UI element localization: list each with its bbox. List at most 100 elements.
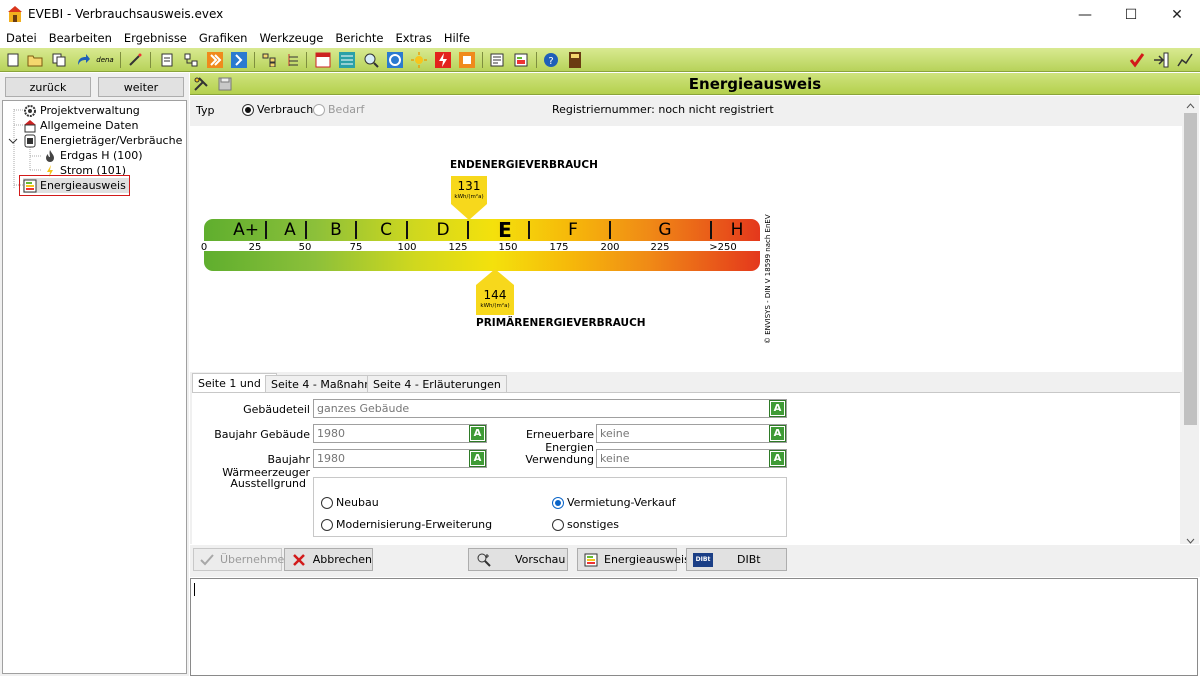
- baujahr-label: Baujahr Gebäude: [214, 428, 310, 441]
- vertical-scrollbar[interactable]: [1182, 96, 1199, 544]
- reason-modernisierung[interactable]: Modernisierung-Erweiterung: [321, 518, 492, 531]
- baujahr-field[interactable]: 1980 A: [313, 424, 487, 443]
- menu-extras[interactable]: Extras: [389, 29, 437, 48]
- gebaeudeteil-field[interactable]: ganzes Gebäude A: [313, 399, 787, 418]
- sun-icon[interactable]: [410, 51, 428, 69]
- scroll-thumb[interactable]: [1184, 113, 1197, 425]
- tree-item-allgemeine-daten[interactable]: Allgemeine Daten: [23, 118, 138, 133]
- scroll-up-icon[interactable]: [1186, 99, 1195, 112]
- vorschau-button[interactable]: Vorschau: [468, 548, 568, 571]
- abbrechen-button[interactable]: Abbrechen: [284, 548, 373, 571]
- structure-icon[interactable]: [182, 51, 200, 69]
- reason-neubau[interactable]: Neubau: [321, 496, 379, 509]
- house-icon: [23, 119, 37, 133]
- menu-werkzeuge[interactable]: Werkzeuge: [253, 29, 329, 48]
- final-energy-title: ENDENERGIEVERBRAUCH: [450, 159, 598, 171]
- radio-bedarf[interactable]: Bedarf: [313, 103, 364, 116]
- class-label: G: [658, 220, 672, 240]
- grid-pattern-icon[interactable]: [338, 51, 356, 69]
- certificate-icon[interactable]: [512, 51, 530, 69]
- page-title: Energieausweis: [688, 75, 822, 93]
- new-file-icon[interactable]: [4, 51, 22, 69]
- forward-button[interactable]: weiter: [98, 77, 184, 97]
- erneuerbare-a-button[interactable]: A: [769, 425, 786, 442]
- help-icon[interactable]: ?: [542, 51, 560, 69]
- toolbar-separator: [120, 52, 121, 68]
- chevron-down-icon[interactable]: [7, 134, 19, 148]
- menu-grafiken[interactable]: Grafiken: [193, 29, 254, 48]
- close-button[interactable]: ✕: [1154, 0, 1200, 29]
- copyright-note: © ENVISYS - DIN V 18599 nach EnEV: [764, 214, 772, 344]
- uebernehmen-button[interactable]: Übernehmen: [193, 548, 291, 571]
- check-icon: [200, 552, 214, 568]
- checkmark-icon[interactable]: [1128, 51, 1146, 69]
- reason-sonstiges-dot[interactable]: [552, 518, 564, 531]
- erneuerbare-field[interactable]: keine A: [596, 424, 787, 443]
- forward-blue-icon[interactable]: [230, 51, 248, 69]
- tree-item-energietraeger[interactable]: Energieträger/Verbräuche: [7, 133, 182, 148]
- wallet-icon[interactable]: [458, 51, 476, 69]
- energy-scale: ENDENERGIEVERBRAUCH 131 kWh/(m²a) A+ A B…: [190, 126, 1182, 372]
- tick-label: 75: [349, 242, 363, 253]
- document-icon[interactable]: [158, 51, 176, 69]
- forward-orange-icon[interactable]: [206, 51, 224, 69]
- button-bar: Übernehmen Abbrechen Vorschau Energieaus…: [190, 545, 1200, 577]
- ausstellgrund-label: Ausstellgrund: [230, 477, 306, 490]
- calculator-icon[interactable]: [566, 51, 584, 69]
- radio-verbrauch[interactable]: Verbrauch: [242, 103, 313, 116]
- class-label: D: [436, 220, 450, 240]
- electricity-icon[interactable]: [434, 51, 452, 69]
- export-arrow-icon[interactable]: [74, 51, 92, 69]
- open-folder-icon[interactable]: [26, 51, 44, 69]
- back-button[interactable]: zurück: [5, 77, 91, 97]
- dibt-button[interactable]: DIBt DIBt: [686, 548, 787, 571]
- menu-ergebnisse[interactable]: Ergebnisse: [118, 29, 193, 48]
- menu-hilfe[interactable]: Hilfe: [438, 29, 476, 48]
- menu-bearbeiten[interactable]: Bearbeiten: [43, 29, 118, 48]
- reason-sonstiges[interactable]: sonstiges: [552, 518, 619, 531]
- reason-neubau-dot[interactable]: [321, 496, 333, 509]
- maximize-button[interactable]: ☐: [1108, 0, 1154, 29]
- line-chart-icon[interactable]: [1176, 51, 1194, 69]
- verwendung-a-button[interactable]: A: [769, 450, 786, 467]
- magic-wand-icon[interactable]: [126, 51, 144, 69]
- reason-modernisierung-dot[interactable]: [321, 518, 333, 531]
- toolbar-separator: [536, 52, 537, 68]
- cancel-x-icon: [291, 552, 307, 568]
- verwendung-label: Verwendung: [525, 453, 594, 466]
- tree-item-projektverwaltung[interactable]: Projektverwaltung: [23, 103, 140, 118]
- reason-vermietung-dot[interactable]: [552, 496, 564, 509]
- energieausweis-button[interactable]: Energieausweis: [577, 548, 690, 571]
- exit-icon[interactable]: [1152, 51, 1170, 69]
- class-label-active: E: [498, 218, 512, 242]
- window-red-icon[interactable]: [314, 51, 332, 69]
- radio-verbrauch-dot[interactable]: [242, 103, 254, 116]
- text-cursor: [194, 583, 195, 596]
- tick-label: 150: [498, 242, 518, 253]
- list-tree-icon[interactable]: [284, 51, 302, 69]
- hierarchy-icon[interactable]: [260, 51, 278, 69]
- verwendung-field[interactable]: keine A: [596, 449, 787, 468]
- class-label: A+: [233, 220, 259, 240]
- gebaeudeteil-label: Gebäudeteil: [243, 403, 310, 416]
- title-bar: EVEBI - Verbrauchsausweis.evex — ☐ ✕: [0, 0, 1200, 29]
- menu-berichte[interactable]: Berichte: [329, 29, 389, 48]
- tab-seite-4-erlaeuterungen[interactable]: Seite 4 - Erläuterungen: [367, 375, 507, 393]
- radio-bedarf-dot[interactable]: [313, 103, 325, 116]
- project-tree: Projektverwaltung Allgemeine Daten Energ…: [2, 100, 187, 674]
- scale-tick: [609, 221, 611, 239]
- notes-textarea[interactable]: [190, 578, 1198, 676]
- menu-datei[interactable]: Datei: [0, 29, 43, 48]
- copy-icon[interactable]: [50, 51, 68, 69]
- scale-tick: [406, 221, 408, 239]
- report-icon[interactable]: [488, 51, 506, 69]
- reason-vermietung[interactable]: Vermietung-Verkauf: [552, 496, 676, 509]
- baujahr-waerme-field[interactable]: 1980 A: [313, 449, 487, 468]
- tree-item-erdgas[interactable]: Erdgas H (100): [43, 148, 143, 163]
- minimize-button[interactable]: —: [1062, 0, 1108, 29]
- fan-icon[interactable]: [386, 51, 404, 69]
- magnifier-icon[interactable]: [362, 51, 380, 69]
- gebaeudeteil-a-button[interactable]: A: [769, 400, 786, 417]
- final-energy-unit: kWh/(m²a): [454, 194, 484, 200]
- dena-icon[interactable]: dena: [94, 51, 116, 69]
